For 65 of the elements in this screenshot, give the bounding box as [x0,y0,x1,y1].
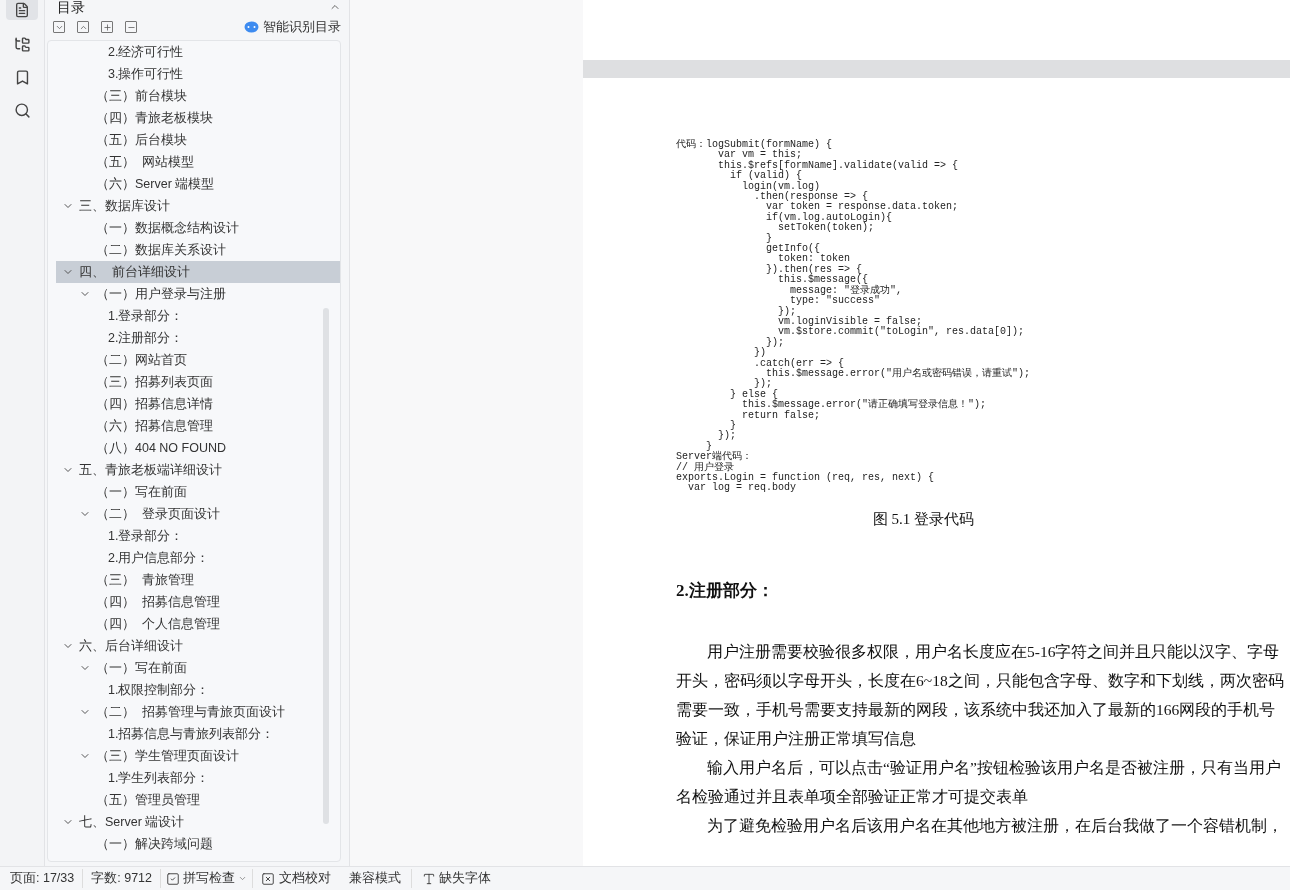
outline-item[interactable]: （八）404 NO FOUND [56,437,340,459]
collapse-all-icon[interactable] [77,21,89,33]
smart-toc-button[interactable]: 智能识别目录 [244,17,341,37]
page-count[interactable]: 页面: 17/33 [10,869,84,888]
missing-fonts-button[interactable]: 缺失字体 [411,869,501,888]
outline-item[interactable]: （四） 招募信息管理 [56,591,340,613]
outline-item[interactable]: （一）解决跨域问题 [56,833,340,855]
section-heading: 2.注册部分： [676,580,775,603]
outline-item[interactable]: 四、 前台详细设计 [56,261,340,283]
outline-item[interactable]: （四） 个人信息管理 [56,613,340,635]
word-count[interactable]: 字数: 9712 [83,869,161,888]
body-paragraph: 为了避免检验用户名后该用户名在其他地方被注册，在后台我做了一个容错机制， [706,815,1284,836]
outline-item[interactable]: （二） 登录页面设计 [56,503,340,525]
outline-item[interactable]: （三） 青旅管理 [56,569,340,591]
proofread-button[interactable]: 文档校对 [252,869,339,888]
plus-icon[interactable] [101,21,113,33]
outline-item[interactable]: 1.招募信息与青旅列表部分： [56,723,340,745]
outline-item[interactable]: （四）招募信息详情 [56,393,340,415]
robot-icon [244,21,259,33]
outline-item[interactable]: 1.学生列表部分： [56,767,340,789]
font-icon [422,871,436,886]
outline-item[interactable]: （三）招募列表页面 [56,371,340,393]
outline-tab[interactable] [6,0,38,20]
outline-item[interactable]: 1.登录部分： [56,525,340,547]
outline-item[interactable]: （一）数据概念结构设计 [56,217,340,239]
outline-item[interactable]: （三）学生管理页面设计 [56,745,340,767]
figure-caption: 图 5.1 登录代码 [872,509,974,529]
outline-item[interactable]: 2.注册部分： [56,327,340,349]
caret-icon [238,874,247,883]
outline-item[interactable]: （一）写在前面 [56,657,340,679]
outline-item[interactable]: （六）Server 端模型 [56,173,340,195]
outline-item[interactable]: 2.用户信息部分： [56,547,340,569]
outline-item[interactable]: 3.操作可行性 [56,63,340,85]
outline-item[interactable]: （六）招募信息管理 [56,415,340,437]
outline-item[interactable]: （一）写在前面 [56,481,340,503]
outline-item[interactable]: （一）用户登录与注册 [56,283,340,305]
outline-item[interactable]: （五） 网站模型 [56,151,340,173]
outline-item[interactable]: （三）前台模块 [56,85,340,107]
outline-item[interactable]: 1.登录部分： [56,305,340,327]
scrollbar-thumb[interactable] [323,308,329,824]
panel-title: 目录 [57,0,85,14]
spell-check-button[interactable]: 拼写检查 [161,869,252,888]
outline-item[interactable]: （五）后台模块 [56,129,340,151]
code-text: 代码：logSubmit(formName) { var vm = this; this.$refs[formName].validate(valid => { if (valid) { login(vm.log) .then(response => { var token = response.data.token; if(vm.log.autoLogin){ setToken(token); } getInfo({ token: token }).then(res => { this.$message({ message: "登录成功", type: "success" }); vm.loginVisible = false; vm.$store.commit("toLogin", res.data[0]); }); }) .catch(err => { this.$message.error("用户名或密码错误，请重试"); }); } else { this.$message.error("请正确填写登录信息！"); return false; } }); } Server端代码： // 用户登录 exports.Login = function (req, res, next) { var log = req.body [676,140,1031,494]
body-paragraph: 输入用户名后，可以点击“验证用户名”按钮检验该用户名是否被注册，只有当用户名检验通过并且表单项全部验证正常才可提交表单 [676,757,1282,807]
compat-mode-button[interactable]: 兼容模式 [339,869,411,888]
outline-item[interactable]: 七、Server 端设计 [56,811,340,833]
document-icon [14,2,30,18]
outline-item[interactable]: 六、后台详细设计 [56,635,340,657]
body-paragraph: 用户注册需要校验很多权限，用户名长度应在5-16字符之间并且只能以汉字、字母开头，密码须以字母开头，长度在6~18之间，只能包含字母、数字和下划线，两次密码需要一致，手机号需要支持最新的网段，该系统中我还加入了最新的166网段的手机号验证，保证用户注册正常填写信息 [676,641,1284,749]
outline-item[interactable]: （二）数据库关系设计 [56,239,340,261]
x-box-icon [261,871,275,886]
outline-item[interactable]: 2.经济可行性 [56,41,340,63]
outline-item[interactable]: （五）管理员管理 [56,789,340,811]
outline-item[interactable]: 三、数据库设计 [56,195,340,217]
outline-item[interactable]: （四）青旅老板模块 [56,107,340,129]
outline-item[interactable]: 五、青旅老板端详细设计 [56,459,340,481]
checkbox-icon [166,871,180,886]
outline-item[interactable]: （二）网站首页 [56,349,340,371]
minus-icon[interactable] [125,21,137,33]
folder-tree-icon[interactable] [13,36,31,53]
outline-item[interactable]: 1.权限控制部分： [56,679,340,701]
expand-all-icon[interactable] [53,21,65,33]
outline-item[interactable]: （二） 招募管理与青旅页面设计 [56,701,340,723]
search-icon[interactable] [13,102,31,119]
